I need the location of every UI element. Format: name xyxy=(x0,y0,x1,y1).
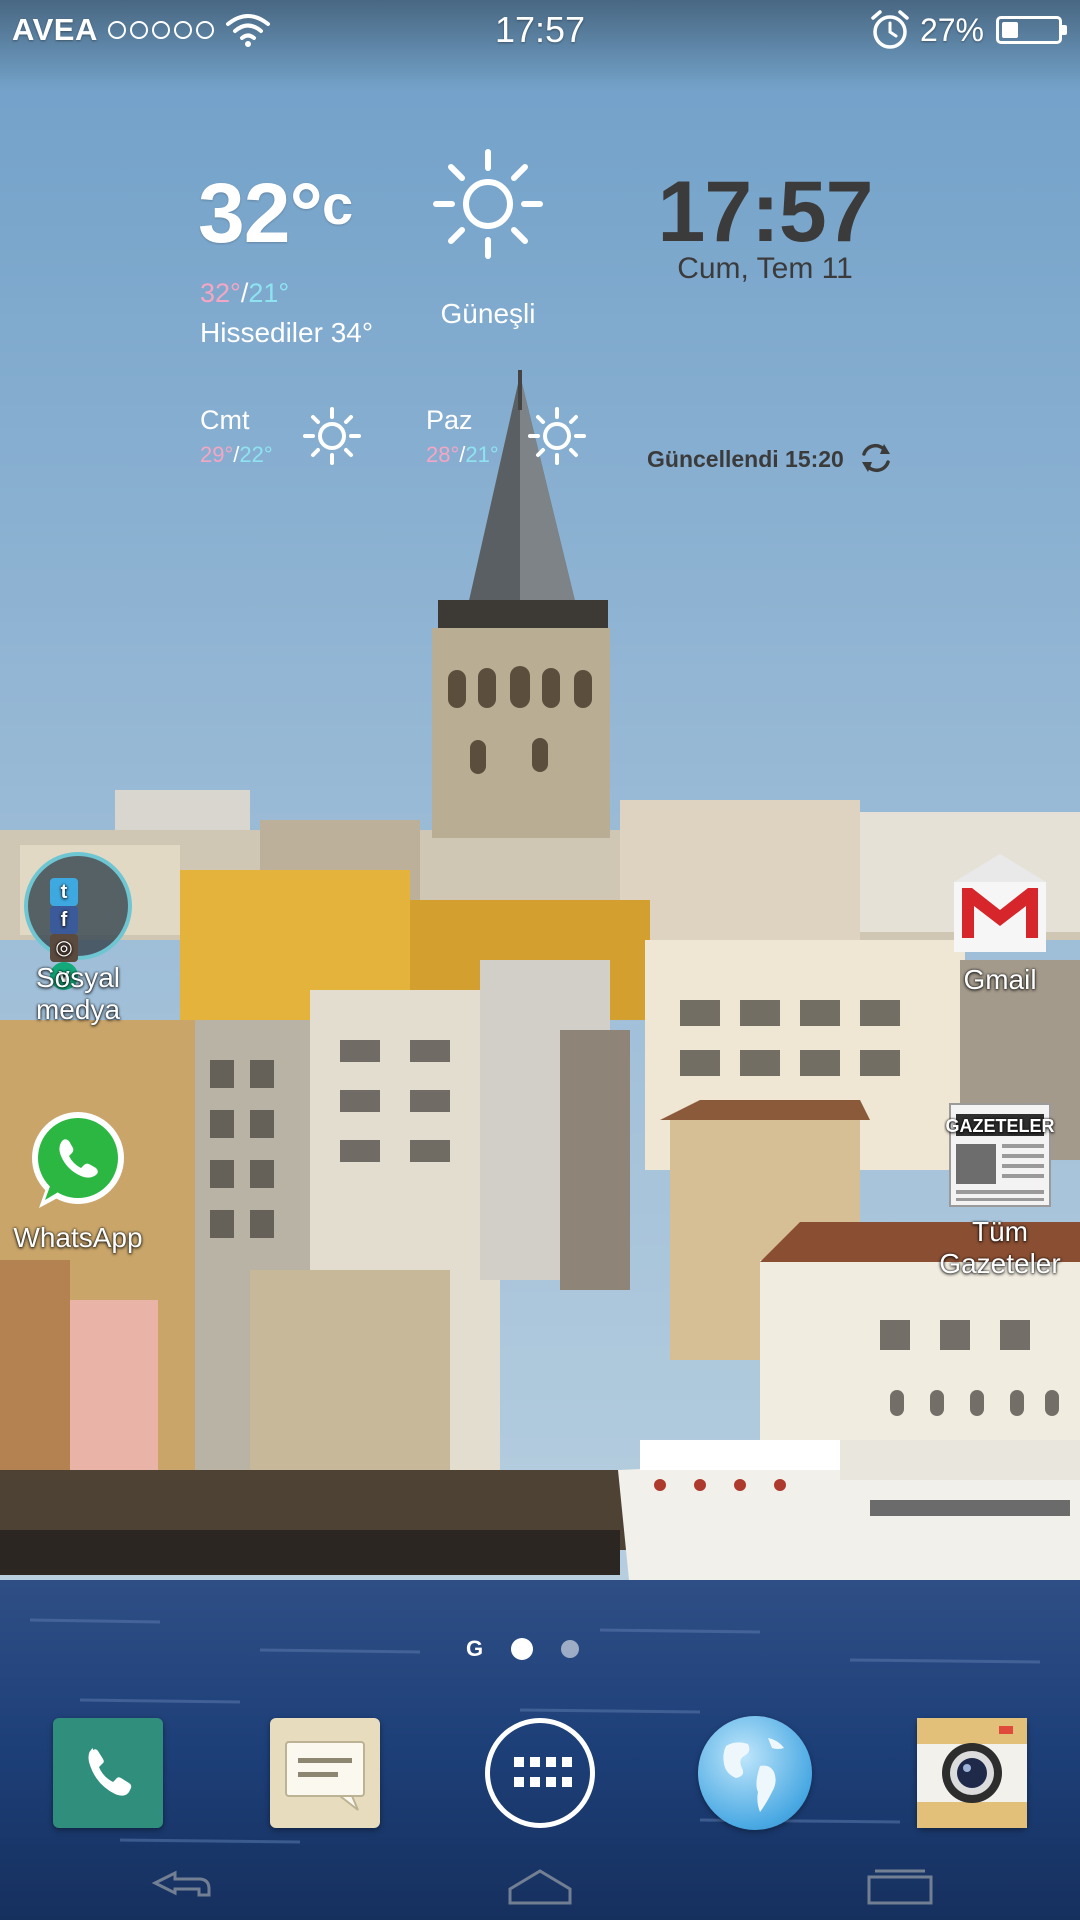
weather-clock-widget[interactable]: 32°c 32°/21° Hissediler 34° Güneşli 17:5… xyxy=(0,0,1080,500)
widget-clock[interactable]: 17:57 xyxy=(640,168,890,256)
camera-icon xyxy=(917,1718,1027,1828)
sun-icon xyxy=(528,407,586,465)
forecast-day-1: Cmt 29°/22° xyxy=(200,405,273,467)
home-icon[interactable] xyxy=(495,1859,585,1909)
newspaper-icon: GAZETELER xyxy=(945,1103,1055,1207)
social-folder-icon: t f ◎ v xyxy=(24,852,132,990)
sun-icon xyxy=(303,407,361,465)
weather-condition: Güneşli xyxy=(440,298,536,329)
recents-icon[interactable] xyxy=(855,1859,945,1909)
sun-icon xyxy=(433,149,543,259)
phone-icon xyxy=(88,1748,132,1796)
dock-messages[interactable] xyxy=(270,1718,380,1828)
messages-icon xyxy=(285,1741,365,1811)
app-label: Gmail xyxy=(963,964,1037,995)
app-whatsapp[interactable]: WhatsApp xyxy=(0,1108,156,1254)
forecast-day-2: Paz 28°/21° xyxy=(426,405,499,467)
whatsapp-icon xyxy=(32,1112,124,1208)
widget-date: Cum, Tem 11 xyxy=(677,252,853,285)
app-label: Tüm Gazeteler xyxy=(939,1216,1061,1279)
app-drawer-icon xyxy=(514,1757,572,1787)
gmail-icon xyxy=(954,854,1046,952)
today-high-low: 32°/21° xyxy=(200,278,290,308)
app-tum-gazeteler[interactable]: GAZETELER Tüm Gazeteler xyxy=(925,1100,1075,1280)
browser-icon xyxy=(723,1738,784,1812)
dock-app-drawer[interactable] xyxy=(485,1718,595,1828)
dock-phone[interactable] xyxy=(53,1718,163,1828)
feels-like-text: Hissediler 34° xyxy=(200,317,374,348)
app-social-media-folder[interactable]: t f ◎ v Sosyal medya xyxy=(8,852,148,1026)
page-dot-active[interactable] xyxy=(511,1638,534,1660)
refresh-icon[interactable] xyxy=(858,440,894,476)
page-indicator: G xyxy=(466,1636,580,1662)
current-temperature: 32°c xyxy=(198,166,353,260)
page-dot[interactable] xyxy=(561,1640,580,1658)
last-updated-text: Güncellendi 15:20 xyxy=(647,446,844,472)
facebook-icon: f xyxy=(50,906,78,934)
dock-browser[interactable] xyxy=(698,1716,812,1830)
app-label: Sosyal medya xyxy=(35,962,121,1025)
google-now-page-mark[interactable]: G xyxy=(466,1636,483,1662)
twitter-icon: t xyxy=(50,878,78,906)
instagram-icon: ◎ xyxy=(50,934,78,962)
dock-camera[interactable] xyxy=(917,1718,1027,1828)
navigation-bar xyxy=(0,1848,1080,1920)
back-icon[interactable] xyxy=(135,1859,225,1909)
svg-text:GAZETELER: GAZETELER xyxy=(945,1116,1054,1136)
app-label: WhatsApp xyxy=(13,1222,143,1253)
app-gmail[interactable]: Gmail xyxy=(930,852,1070,996)
